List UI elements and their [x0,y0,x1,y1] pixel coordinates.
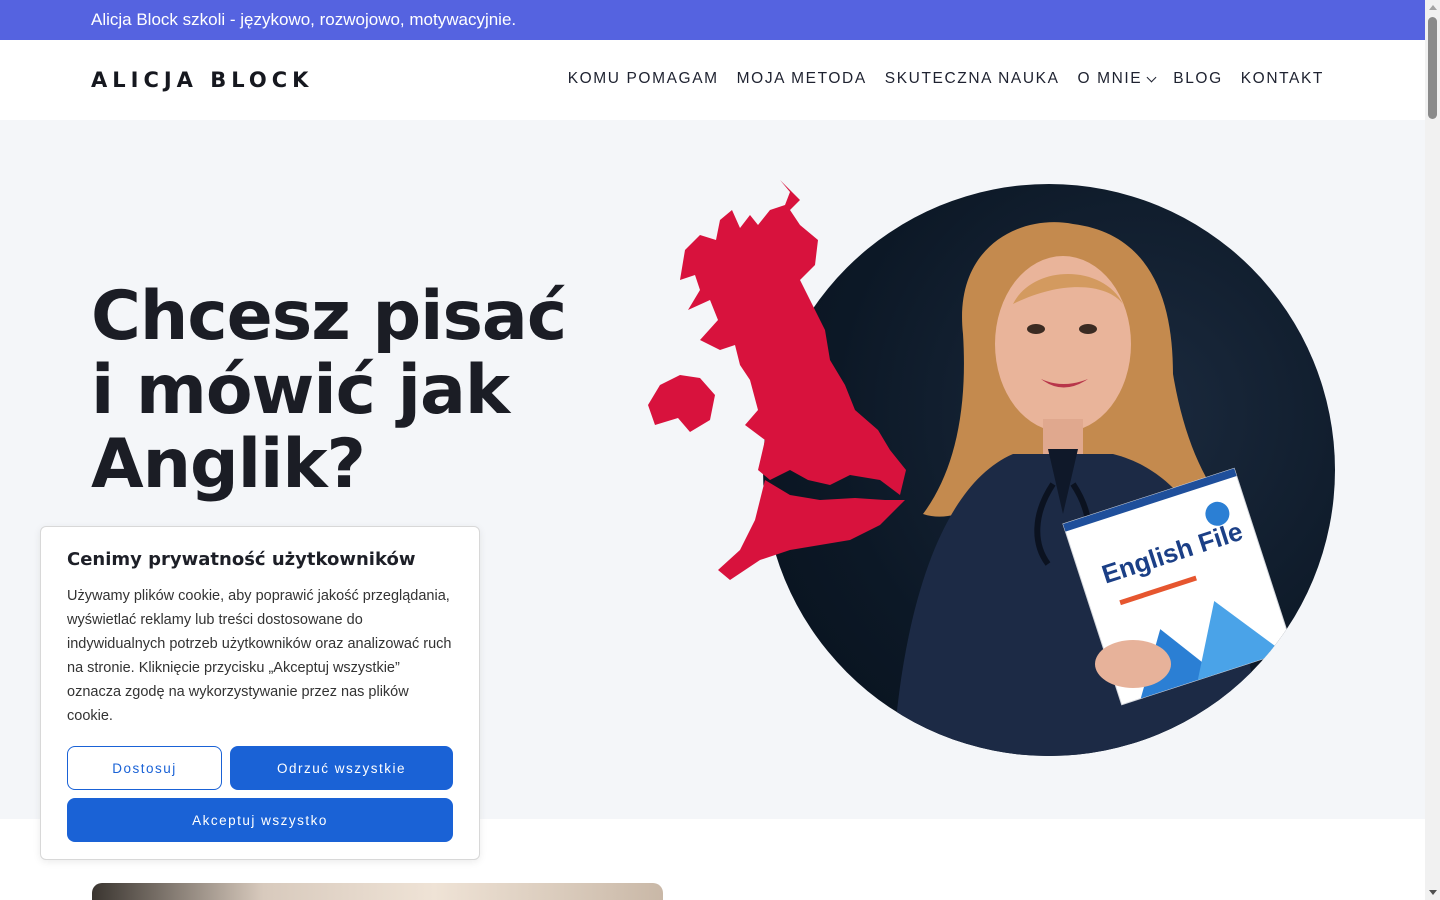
nav-label: MOJA METODA [736,70,867,87]
uk-map-icon [648,180,906,580]
nav-item-kontakt[interactable]: KONTAKT [1241,70,1324,88]
main-nav: KOMU POMAGAM MOJA METODA SKUTECZNA NAUKA… [568,70,1324,88]
tagline: Alicja Block szkoli - językowo, rozwojow… [91,10,517,29]
customize-button[interactable]: Dostosuj [67,746,222,790]
map-south-england [718,480,905,580]
scrollbar[interactable] [1425,0,1440,900]
nav-item-moja-metoda[interactable]: MOJA METODA [737,70,867,88]
hero-image: English File [640,180,1340,760]
map-northern-ireland [648,375,715,432]
cookie-consent-dialog: Cenimy prywatność użytkowników Używamy p… [40,526,480,860]
headline-line: Anglik? [91,425,366,504]
scroll-up-arrow-icon[interactable] [1429,5,1437,10]
cookie-button-row: Dostosuj Odrzuć wszystkie [67,746,453,790]
top-announcement-bar: Alicja Block szkoli - językowo, rozwojow… [0,0,1425,40]
nav-label: KOMU POMAGAM [567,70,719,87]
headline-line: i mówić jak [91,351,510,430]
site-header: ALICJA BLOCK KOMU POMAGAM MOJA METODA SK… [0,40,1425,120]
nav-item-skuteczna-nauka[interactable]: SKUTECZNA NAUKA [885,70,1060,88]
nav-item-komu-pomagam[interactable]: KOMU POMAGAM [568,70,719,88]
scroll-down-arrow-icon[interactable] [1429,890,1437,895]
scrollbar-thumb[interactable] [1428,17,1437,119]
nav-item-blog[interactable]: BLOG [1173,70,1222,88]
nav-label: KONTAKT [1240,70,1324,87]
site-logo[interactable]: ALICJA BLOCK [91,68,313,92]
map-great-britain [680,180,906,495]
cookie-text: Używamy plików cookie, aby poprawić jako… [67,588,452,724]
hero-headline: Chcesz pisać i mówić jak Anglik? [91,280,651,502]
section-image [92,883,663,900]
cookie-title: Cenimy prywatność użytkowników [67,549,416,570]
reject-all-button[interactable]: Odrzuć wszystkie [230,746,453,790]
chevron-down-icon [1146,72,1157,82]
accept-all-button[interactable]: Akceptuj wszystko [67,798,453,842]
nav-label: SKUTECZNA NAUKA [884,70,1060,87]
headline-line: Chcesz pisać [91,277,567,356]
nav-label: O MNIE [1077,70,1143,87]
nav-label: BLOG [1173,70,1223,87]
nav-item-o-mnie[interactable]: O MNIE [1077,70,1157,88]
